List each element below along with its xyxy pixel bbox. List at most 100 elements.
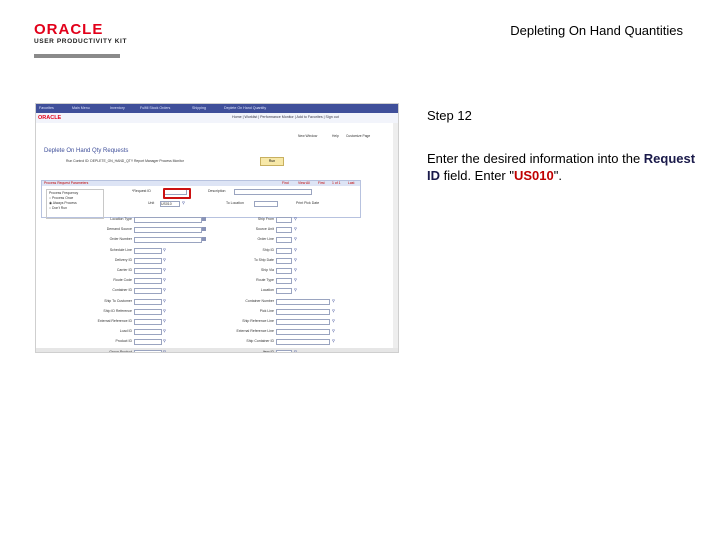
lookup-icon[interactable]: ⚲ [294,216,297,221]
lookup-icon[interactable]: ⚲ [294,236,297,241]
lookup-icon[interactable]: ⚲ [163,349,166,352]
lookup-icon[interactable]: ⚲ [332,338,335,343]
help-link[interactable]: Help [332,134,339,138]
left-field-input[interactable] [134,309,162,315]
left-field-input[interactable] [134,217,202,223]
lookup-icon[interactable]: ⚲ [294,247,297,252]
right-field-input[interactable] [276,288,292,294]
lookup-icon[interactable]: ⚲ [332,318,335,323]
right-field-label: Item ID [262,350,274,353]
oracle-upk-logo: ORACLE USER PRODUCTIVITY KIT [34,22,127,58]
left-field-input[interactable] [134,350,162,352]
run-button[interactable]: Run [260,157,284,166]
right-field-input[interactable] [276,299,330,305]
lookup-icon[interactable]: ⚲ [294,226,297,231]
process-frequency-group: Process Frequency ○ Process Once ◉ Alway… [46,189,104,219]
pager-find[interactable]: Find [282,181,289,185]
unit-lookup-icon[interactable]: ⚲ [182,200,185,205]
right-field-input[interactable] [276,319,330,325]
left-field-label: Demand Source [106,227,132,231]
left-field-label: Group Product [109,350,132,353]
request-id-highlight [163,188,191,199]
left-field-label: Ship ID Reference [103,309,132,313]
pager-first[interactable]: First [318,181,325,185]
lookup-icon[interactable]: ⚲ [294,257,297,262]
right-field-input[interactable] [276,237,292,243]
left-field-input[interactable] [134,237,202,243]
lookup-icon[interactable]: ⚲ [332,328,335,333]
lookup-icon[interactable]: ⚲ [163,328,166,333]
lookup-icon[interactable]: ⚲ [332,298,335,303]
right-field-input[interactable] [276,217,292,223]
right-field-input[interactable] [276,309,330,315]
lookup-icon[interactable]: ⚲ [163,308,166,313]
menu-fulfill[interactable]: Fulfill Stock Orders [140,106,170,110]
left-field-input[interactable] [134,288,162,294]
right-field-input[interactable] [276,227,292,233]
left-field-label: Container ID [112,288,132,292]
left-field-input[interactable] [134,258,162,264]
pager-count: 1 of 1 [332,181,341,185]
dropdown-arrow-icon[interactable] [202,237,206,241]
menu-deplete[interactable]: Deplete On Hand Quantity [224,106,266,110]
right-field-input[interactable] [276,268,292,274]
lookup-icon[interactable]: ⚲ [294,349,297,352]
left-field-input[interactable] [134,268,162,274]
request-id-label: *Request ID [132,189,151,193]
right-field-input[interactable] [276,339,330,345]
left-field-input[interactable] [134,227,202,233]
frequency-dont-run[interactable]: ○ Don't Run [49,206,101,210]
menu-inventory[interactable]: Inventory [110,106,125,110]
pager-last[interactable]: Last [348,181,354,185]
lookup-icon[interactable]: ⚲ [163,277,166,282]
left-field-input[interactable] [134,319,162,325]
right-field-input[interactable] [276,248,292,254]
customize-page-link[interactable]: Customize Page [346,134,370,138]
right-field-input[interactable] [276,258,292,264]
left-field-label: Schedule Line [109,248,132,252]
left-field-input[interactable] [134,278,162,284]
panel-header-title: Process Request Parameters [44,181,89,185]
description-input[interactable] [234,189,312,195]
header-links[interactable]: Home | Worklist | Performance Monitor | … [232,115,339,119]
to-location-input[interactable] [254,201,278,207]
print-pick-checkbox[interactable]: Print Pick Date [296,201,319,205]
lookup-icon[interactable]: ⚲ [163,257,166,262]
right-field-input[interactable] [276,329,330,335]
lookup-icon[interactable]: ⚲ [294,287,297,292]
lookup-icon[interactable]: ⚲ [163,338,166,343]
new-window-link[interactable]: New Window [298,134,317,138]
left-field-input[interactable] [134,329,162,335]
lookup-icon[interactable]: ⚲ [163,287,166,292]
lookup-icon[interactable]: ⚲ [163,318,166,323]
right-field-label: Ship Reference Line [242,319,274,323]
lookup-icon[interactable]: ⚲ [163,267,166,272]
lookup-icon[interactable]: ⚲ [294,277,297,282]
dropdown-arrow-icon[interactable] [202,217,206,221]
menu-favorites[interactable]: Favorites [39,106,54,110]
instruction-value: US010 [513,168,554,183]
left-field-input[interactable] [134,299,162,305]
right-field-input[interactable] [276,350,292,352]
lookup-icon[interactable]: ⚲ [294,267,297,272]
menu-shipping[interactable]: Shipping [192,106,206,110]
unit-input[interactable]: US010 [160,201,180,207]
menu-main[interactable]: Main Menu [72,106,90,110]
left-field-input[interactable] [134,339,162,345]
pager-view-all[interactable]: View All [298,181,310,185]
left-field-label: Product ID [115,339,132,343]
right-field-input[interactable] [276,278,292,284]
frequency-once[interactable]: ○ Process Once [49,196,101,200]
vertical-scrollbar[interactable] [393,123,398,352]
lookup-icon[interactable]: ⚲ [332,308,335,313]
horizontal-scrollbar[interactable] [36,348,398,352]
lookup-icon[interactable]: ⚲ [163,247,166,252]
frequency-always[interactable]: ◉ Always Process [49,201,101,205]
lookup-icon[interactable]: ⚲ [163,298,166,303]
dropdown-arrow-icon[interactable] [202,227,206,231]
left-field-input[interactable] [134,248,162,254]
right-field-label: Source Unit [255,227,274,231]
document-title: Depleting On Hand Quantities [510,23,683,38]
left-field-label: Delivery ID [114,258,132,262]
right-field-label: Ship ID [262,248,274,252]
